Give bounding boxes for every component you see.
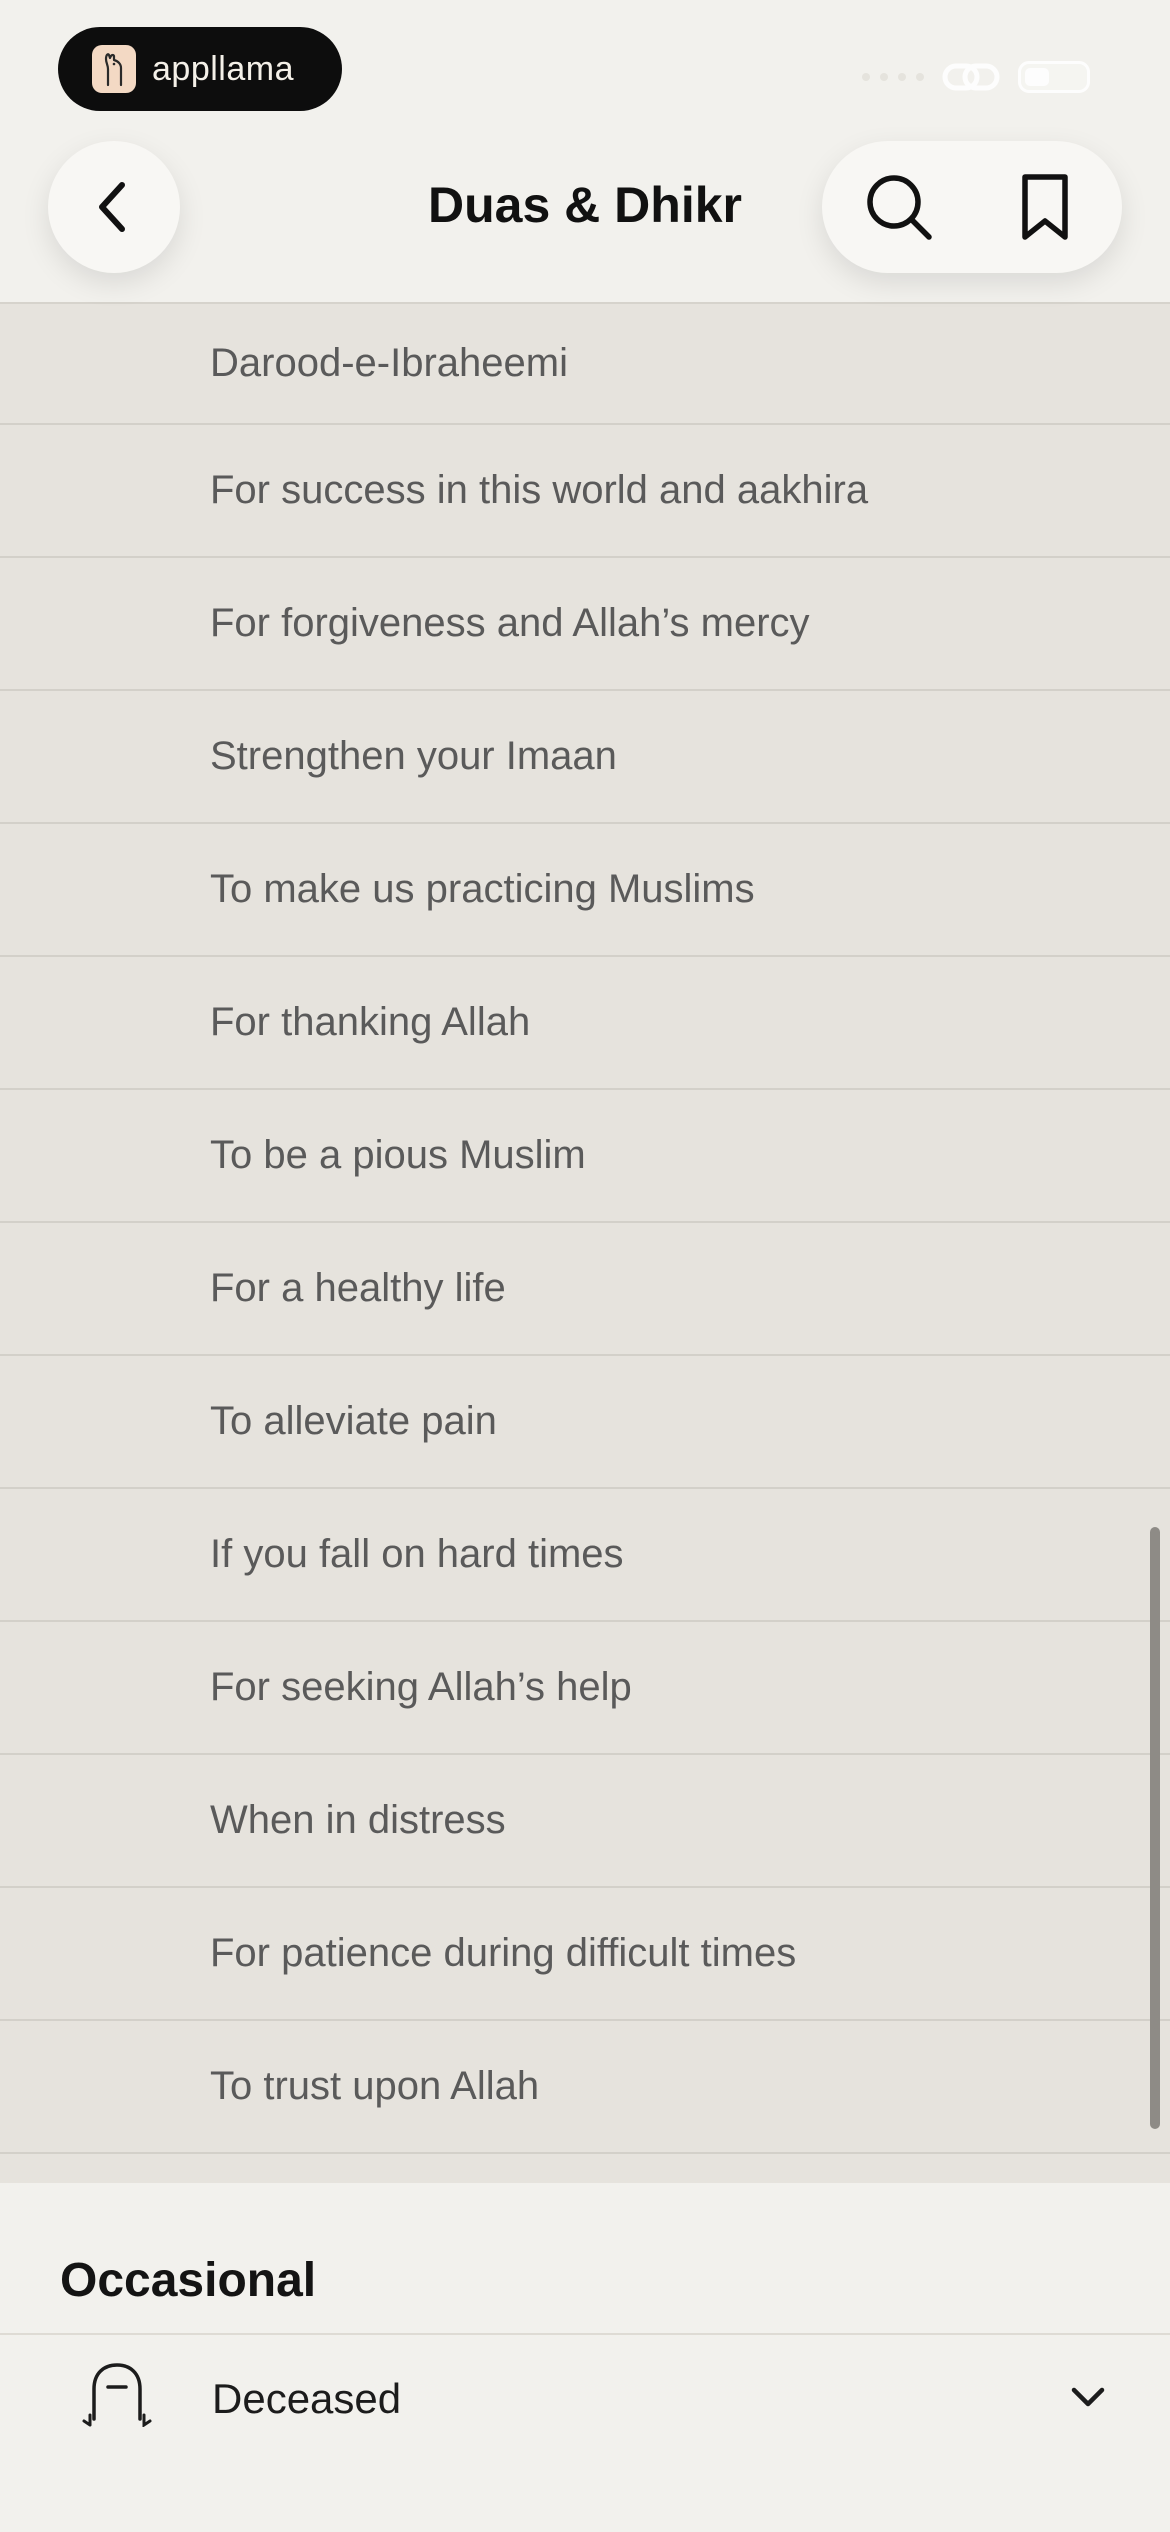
llama-logo-icon — [92, 45, 136, 93]
list-item[interactable]: To alleviate pain — [0, 1356, 1170, 1489]
link-icon — [942, 63, 1000, 91]
header-actions — [822, 141, 1122, 273]
signal-dots-icon — [862, 73, 924, 81]
search-icon — [867, 175, 932, 240]
occasional-section: Occasional Deceased — [0, 2183, 1170, 2532]
chevron-down-icon[interactable] — [1066, 2375, 1110, 2424]
list-item[interactable]: For a healthy life — [0, 1223, 1170, 1356]
deceased-row[interactable]: Deceased — [0, 2335, 1170, 2465]
back-button[interactable] — [48, 141, 180, 273]
bookmark-button[interactable] — [980, 141, 1110, 273]
list-item[interactable]: To trust upon Allah — [0, 2021, 1170, 2154]
list-item[interactable]: To be a pious Muslim — [0, 1090, 1170, 1223]
scrollbar[interactable] — [1150, 1527, 1160, 2129]
bookmark-icon — [1022, 174, 1068, 240]
list-item[interactable]: If you fall on hard times — [0, 1489, 1170, 1622]
list-item[interactable]: For forgiveness and Allah’s mercy — [0, 558, 1170, 691]
battery-icon — [1018, 61, 1090, 93]
list-item[interactable]: For thanking Allah — [0, 957, 1170, 1090]
section-title: Occasional — [60, 2254, 317, 2307]
search-button[interactable] — [834, 141, 964, 273]
deceased-label: Deceased — [212, 2375, 402, 2422]
grave-icon — [82, 2357, 152, 2432]
list-item[interactable]: To make us practicing Muslims — [0, 824, 1170, 957]
top-bar: appllama Duas & Dhikr — [0, 0, 1170, 304]
list-item[interactable]: Strengthen your Imaan — [0, 691, 1170, 824]
list-item[interactable]: For seeking Allah’s help — [0, 1622, 1170, 1755]
status-bar-icons — [862, 58, 1090, 96]
dua-list: Darood-e-Ibraheemi For success in this w… — [0, 303, 1170, 2183]
list-item[interactable]: Darood-e-Ibraheemi — [0, 303, 1170, 425]
brand-badge: appllama — [58, 27, 342, 111]
chevron-left-icon — [99, 182, 125, 232]
brand-name: appllama — [152, 49, 294, 88]
list-item[interactable]: For success in this world and aakhira — [0, 425, 1170, 558]
list-item[interactable]: When in distress — [0, 1755, 1170, 1888]
page-title: Duas & Dhikr — [428, 177, 742, 233]
list-item[interactable]: For patience during difficult times — [0, 1888, 1170, 2021]
